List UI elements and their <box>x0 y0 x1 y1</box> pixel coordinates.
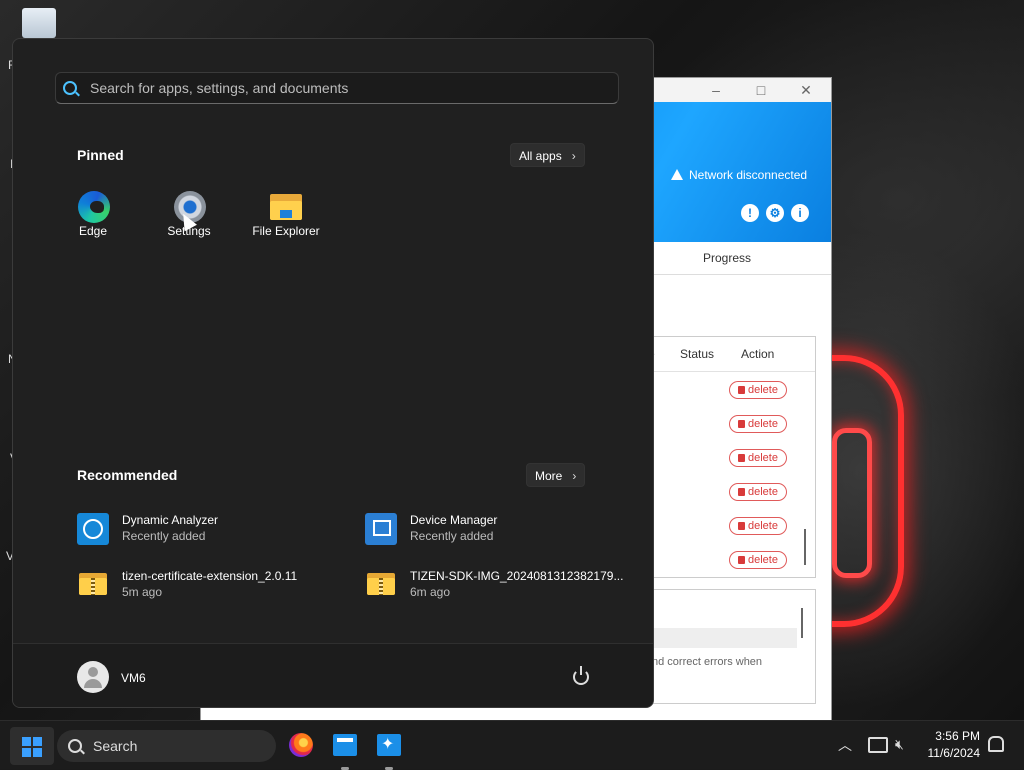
start-search-input[interactable]: Search for apps, settings, and documents <box>55 72 619 104</box>
pinned-app-edge[interactable]: Edge <box>48 179 138 249</box>
file-explorer-folder-icon <box>270 194 302 220</box>
info-icon[interactable]: i <box>791 204 809 222</box>
firefox-taskbar-button[interactable] <box>285 729 317 761</box>
trash-icon <box>738 488 745 496</box>
recommended-item-subtitle: Recently added <box>122 529 206 543</box>
volume-muted-icon[interactable]: 🔇︎ <box>895 736 904 753</box>
delete-button[interactable]: delete <box>729 415 787 433</box>
notification-bell-icon[interactable] <box>988 736 1004 752</box>
zip-folder-icon <box>365 569 397 601</box>
pinned-title: Pinned <box>77 147 124 163</box>
tab-progress[interactable]: Progress <box>703 251 751 265</box>
trash-icon <box>738 386 745 394</box>
taskbar-search-label: Search <box>93 738 138 754</box>
log-row-highlight <box>652 628 797 648</box>
power-icon[interactable] <box>573 666 589 685</box>
minimize-button[interactable]: – <box>696 80 736 100</box>
taskbar: Search ︿ 🔇︎ 3:56 PM 11/6/2024 <box>0 720 1024 770</box>
search-icon <box>63 81 77 95</box>
pinned-app-label: File Explorer <box>252 224 320 238</box>
more-button[interactable]: More › <box>526 463 586 487</box>
all-apps-button[interactable]: All apps › <box>510 143 585 167</box>
progress-table: e Status Action delete delete delete del… <box>648 336 816 578</box>
recommended-item-subtitle: 6m ago <box>410 585 451 599</box>
delete-button[interactable]: delete <box>729 551 787 569</box>
pinned-app-file-explorer[interactable]: File Explorer <box>241 179 331 249</box>
tizen-app-taskbar-button[interactable] <box>329 729 361 770</box>
maximize-button[interactable]: □ <box>741 80 781 100</box>
recommended-item[interactable]: TIZEN-SDK-IMG_2024081312382179... 6m ago <box>365 565 645 605</box>
recommended-item-subtitle: 5m ago <box>122 585 163 599</box>
log-scrollbar[interactable] <box>801 608 803 638</box>
network-icon[interactable] <box>868 737 888 753</box>
recycle-bin-icon[interactable] <box>22 8 56 38</box>
wallpaper-neon-inner <box>832 428 872 578</box>
tizen-studio-taskbar-button[interactable] <box>373 729 405 770</box>
recommended-item-subtitle: Recently added <box>410 529 494 543</box>
start-button[interactable] <box>10 727 54 765</box>
network-status: Network disconnected <box>671 168 807 182</box>
recommended-item-name: TIZEN-SDK-IMG_2024081312382179... <box>410 569 624 583</box>
taskbar-search[interactable]: Search <box>57 730 276 762</box>
show-hidden-icons-chevron-up-icon[interactable]: ︿ <box>838 735 852 755</box>
settings-gear-icon[interactable]: ⚙ <box>766 204 784 222</box>
delete-button[interactable]: delete <box>729 381 787 399</box>
table-header: e Status Action <box>648 337 815 372</box>
delete-button[interactable]: delete <box>729 517 787 535</box>
trash-icon <box>738 420 745 428</box>
recommended-item-name: Device Manager <box>410 513 498 527</box>
search-placeholder: Search for apps, settings, and documents <box>90 80 349 96</box>
start-footer: VM6 <box>13 643 653 707</box>
windows-logo-icon <box>22 737 42 757</box>
delete-button[interactable]: delete <box>729 483 787 501</box>
dynamic-analyzer-icon <box>77 513 109 545</box>
table-scrollbar[interactable] <box>804 529 806 565</box>
recommended-item-name: Dynamic Analyzer <box>122 513 219 527</box>
log-panel: nd correct errors when <box>651 589 816 704</box>
zip-folder-icon <box>77 569 109 601</box>
start-menu: Search for apps, settings, and documents… <box>12 38 654 708</box>
chevron-right-icon: › <box>571 149 576 163</box>
clock-date[interactable]: 11/6/2024 <box>924 746 981 760</box>
trash-icon <box>738 556 745 564</box>
user-avatar[interactable] <box>77 661 109 693</box>
tizen-studio-icon <box>377 734 401 756</box>
trash-icon <box>738 454 745 462</box>
firefox-icon <box>289 733 313 757</box>
trash-icon <box>738 522 745 530</box>
clock-time[interactable]: 3:56 PM <box>934 729 980 743</box>
recommended-item[interactable]: Dynamic Analyzer Recently added <box>77 509 357 549</box>
pinned-app-label: Edge <box>78 224 108 238</box>
column-header-action: Action <box>741 347 775 361</box>
recommended-item[interactable]: tizen-certificate-extension_2.0.11 5m ag… <box>77 565 357 605</box>
device-manager-icon <box>365 513 397 545</box>
search-icon <box>68 739 82 753</box>
warning-icon <box>671 169 683 180</box>
package-manager-icon <box>333 734 357 756</box>
chevron-right-icon: › <box>572 469 577 483</box>
log-text: nd correct errors when <box>652 656 763 668</box>
feedback-icon[interactable]: ! <box>741 204 759 222</box>
recommended-title: Recommended <box>77 467 178 483</box>
recommended-item[interactable]: Device Manager Recently added <box>365 509 645 549</box>
edge-icon <box>78 191 110 223</box>
user-name[interactable]: VM6 <box>121 671 146 685</box>
delete-button[interactable]: delete <box>729 449 787 467</box>
recommended-item-name: tizen-certificate-extension_2.0.11 <box>122 569 298 583</box>
close-button[interactable]: ✕ <box>786 80 826 100</box>
column-header-status: Status <box>680 347 715 361</box>
